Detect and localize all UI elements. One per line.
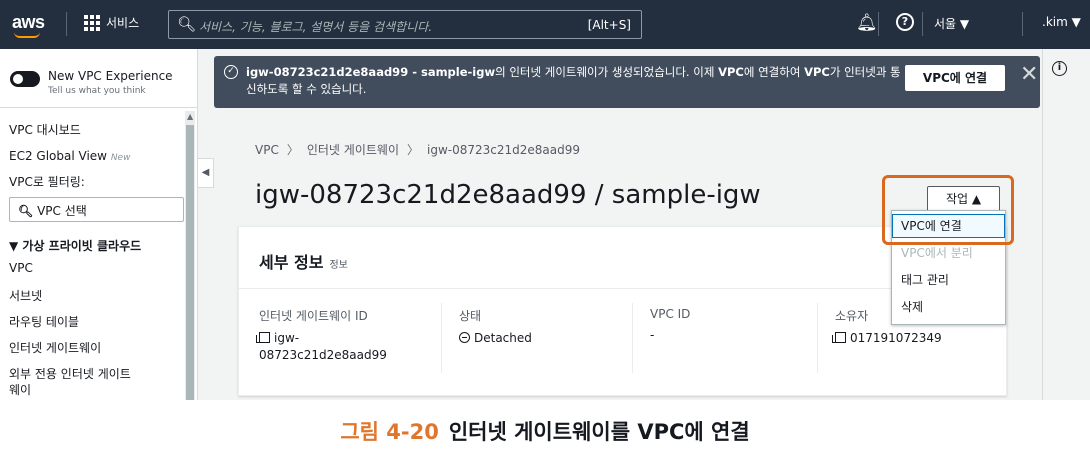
sidebar-item-route-tables[interactable]: 라우팅 테이블 (9, 313, 79, 330)
figure-number: 그림 4-20 (340, 420, 439, 444)
detail-vpc-id: VPC ID - (650, 307, 690, 344)
success-flash-banner: ✓ igw-08723c21d2e8aad99 - sample-igw의 인터… (214, 56, 1040, 108)
scrollbar-thumb[interactable] (186, 125, 194, 400)
search-shortcut: [Alt+S] (587, 18, 631, 32)
grid-icon (84, 14, 100, 31)
detail-label: 인터넷 게이트웨이 ID (259, 309, 368, 323)
toggle-switch[interactable] (10, 71, 40, 87)
annotation-highlight-box (882, 175, 1014, 245)
breadcrumb-current: igw-08723c21d2e8aad99 (427, 143, 580, 157)
detached-status-icon (459, 332, 470, 343)
search-icon: 🔍︎ (177, 15, 197, 33)
menu-item-manage-tags[interactable]: 태그 관리 (901, 271, 949, 288)
vpc-filter-label: VPC로 필터링: (9, 175, 85, 189)
detail-label: 상태 (459, 309, 482, 323)
nav-divider (922, 12, 923, 36)
sidebar: New VPC Experience Tell us what you thin… (0, 49, 198, 400)
detail-label: VPC ID (650, 307, 691, 321)
breadcrumb: VPC 〉 인터넷 게이트웨이 〉 igw-08723c21d2e8aad99 (255, 141, 580, 158)
menu-item-delete[interactable]: 삭제 (901, 298, 923, 315)
aws-smile-icon (14, 32, 40, 38)
sidebar-divider (0, 107, 198, 108)
menu-item-detach-from-vpc[interactable]: VPC에서 분리 (901, 244, 973, 261)
services-menu[interactable]: 서비스 (84, 14, 139, 31)
sidebar-item-internet-gateways[interactable]: 인터넷 게이트웨이 (9, 339, 101, 356)
close-icon[interactable]: ✕ (1020, 62, 1038, 87)
nav-divider (66, 12, 67, 36)
aws-logo-text: aws (12, 12, 45, 32)
nav-divider (878, 12, 879, 36)
detail-value: 017191072349 (832, 330, 942, 347)
top-navigation: aws 서비스 🔍︎ 서비스, 기능, 블로그, 설명서 등을 검색합니다. [… (0, 0, 1090, 49)
new-vpc-experience-toggle[interactable]: New VPC Experience Tell us what you thin… (10, 69, 173, 96)
copy-icon[interactable] (832, 332, 846, 343)
nav-divider (1022, 12, 1023, 36)
search-icon: 🔍︎ (18, 204, 34, 218)
vpc-filter-select[interactable]: 🔍︎ VPC 선택 (9, 197, 184, 222)
breadcrumb-internet-gateways[interactable]: 인터넷 게이트웨이 (307, 143, 399, 157)
column-divider (632, 303, 633, 373)
attach-to-vpc-button[interactable]: VPC에 연결 (905, 65, 1005, 91)
sidebar-section-vpc[interactable]: ▼ 가상 프라이빗 클라우드 (9, 237, 141, 254)
info-link[interactable]: 정보 (329, 260, 347, 271)
help-icon[interactable]: ? (896, 13, 914, 31)
sidebar-item-ec2-global-view[interactable]: EC2 Global View New (9, 149, 130, 163)
sidebar-item-vpc[interactable]: VPC (9, 261, 33, 275)
detail-value: Detached (459, 330, 532, 347)
toggle-subtitle[interactable]: Tell us what you think (48, 86, 173, 96)
detail-value: igw- 08723c21d2e8aad99 (256, 331, 387, 362)
services-label: 서비스 (106, 16, 140, 30)
flash-message: igw-08723c21d2e8aad99 - sample-igw의 인터넷 … (246, 65, 901, 96)
page-title: igw-08723c21d2e8aad99 / sample-igw (255, 180, 761, 210)
detail-value: - (650, 328, 655, 342)
new-badge: New (110, 153, 131, 163)
scroll-up-arrow-icon[interactable]: ▲ (187, 112, 193, 121)
info-icon[interactable]: i (1052, 61, 1067, 76)
chevron-right-icon: 〉 (406, 143, 419, 157)
figure-caption: 그림 4-20 인터넷 게이트웨이를 VPC에 연결 (0, 416, 1090, 446)
sidebar-item-subnets[interactable]: 서브넷 (9, 287, 42, 304)
toggle-title: New VPC Experience (48, 69, 173, 83)
details-title: 세부 정보 정보 (259, 253, 348, 272)
vpc-select-placeholder: VPC 선택 (37, 204, 87, 218)
figure-text: 인터넷 게이트웨이를 VPC에 연결 (448, 420, 750, 444)
sidebar-scrollbar[interactable]: ▲ (185, 111, 195, 400)
sidebar-item-label: EC2 Global View (9, 149, 107, 163)
detail-state: 상태 Detached (459, 307, 532, 347)
chevron-right-icon: 〉 (286, 143, 299, 157)
notifications-bell-icon[interactable]: 🔔︎ (856, 13, 878, 33)
sidebar-item-egress-only-gateways[interactable]: 외부 전용 인터넷 게이트 (9, 365, 131, 382)
search-input[interactable]: 🔍︎ 서비스, 기능, 블로그, 설명서 등을 검색합니다. [Alt+S] (168, 10, 642, 39)
sidebar-item-egress-only-gateways-cont[interactable]: 웨이 (9, 381, 31, 398)
copy-icon[interactable] (256, 332, 270, 343)
aws-logo[interactable]: aws (12, 12, 45, 38)
collapse-sidebar-button[interactable]: ◀ (198, 158, 214, 188)
account-menu[interactable]: .kim ▼ (1042, 15, 1081, 29)
column-divider (817, 303, 818, 373)
search-placeholder: 서비스, 기능, 블로그, 설명서 등을 검색합니다. (199, 20, 433, 34)
region-selector[interactable]: 서울 ▼ (934, 15, 969, 32)
success-check-icon: ✓ (224, 65, 238, 79)
console-screenshot: aws 서비스 🔍︎ 서비스, 기능, 블로그, 설명서 등을 검색합니다. [… (0, 0, 1090, 400)
sidebar-item-vpc-dashboard[interactable]: VPC 대시보드 (9, 121, 81, 138)
detail-igw-id: 인터넷 게이트웨이 ID igw- 08723c21d2e8aad99 (256, 307, 387, 364)
right-rail-divider (1042, 49, 1043, 400)
breadcrumb-vpc[interactable]: VPC (255, 143, 279, 157)
column-divider (441, 303, 442, 373)
